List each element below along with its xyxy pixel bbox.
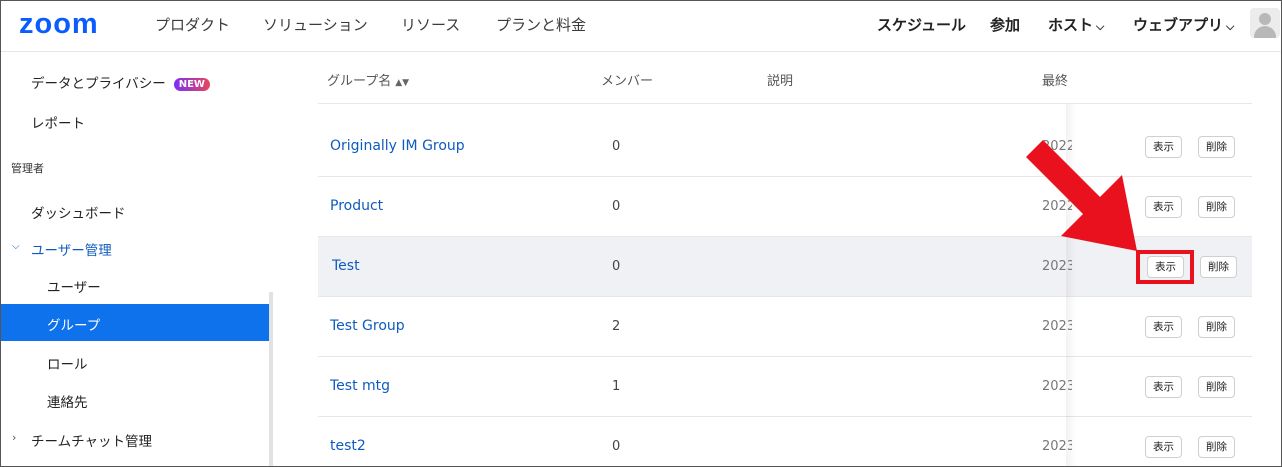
- group-name-link[interactable]: Test Group: [330, 318, 405, 334]
- sort-icon[interactable]: ▲▼: [395, 78, 409, 88]
- sidebar-item-data-privacy[interactable]: データとプライバシー NEW: [0, 72, 270, 92]
- chevron-down-icon: ⌵: [1226, 20, 1235, 33]
- delete-button[interactable]: 削除: [1198, 436, 1235, 458]
- view-button[interactable]: 表示: [1145, 376, 1182, 398]
- table-row: Test Group 2 2023 表示 削除: [318, 297, 1252, 357]
- table-row: Test mtg 1 2023 表示 削除: [318, 357, 1252, 417]
- view-button[interactable]: 表示: [1145, 436, 1182, 458]
- member-count: 1: [612, 379, 621, 394]
- table-row: test2 0 2023 表示 削除: [318, 417, 1252, 467]
- delete-button[interactable]: 削除: [1198, 316, 1235, 338]
- member-count: 2: [612, 319, 621, 334]
- group-name-link[interactable]: Test mtg: [330, 378, 390, 394]
- group-name-link[interactable]: Originally IM Group: [330, 138, 465, 154]
- chevron-down-icon: ⌵: [1096, 20, 1105, 33]
- nav-join[interactable]: 参加: [990, 14, 1020, 35]
- top-navigation: zoom プロダクト ソリューション リソース プランと料金 スケジュール 参加…: [0, 0, 1282, 52]
- sidebar-item-label: 連絡先: [47, 395, 88, 411]
- column-header-last: 最終: [1042, 74, 1069, 89]
- group-name-link[interactable]: test2: [330, 438, 366, 454]
- nav-pricing[interactable]: プランと料金: [496, 14, 586, 35]
- sidebar-item-roles[interactable]: ロール: [0, 353, 270, 373]
- sidebar-item-users[interactable]: ユーザー: [0, 276, 270, 296]
- member-count: 0: [612, 439, 621, 454]
- delete-button[interactable]: 削除: [1198, 376, 1235, 398]
- sidebar-item-label: レポート: [31, 116, 85, 132]
- annotation-arrow: [1026, 140, 1137, 251]
- sidebar-item-user-management[interactable]: ⌵ ユーザー管理: [0, 239, 270, 259]
- chevron-down-icon: ⌵: [12, 241, 20, 252]
- nav-host[interactable]: ホスト ⌵: [1048, 14, 1104, 35]
- nav-product[interactable]: プロダクト: [155, 14, 230, 35]
- chevron-right-icon: ›: [12, 431, 17, 444]
- sidebar-item-groups[interactable]: グループ: [0, 304, 270, 341]
- sidebar-item-label: ロール: [47, 357, 88, 373]
- sidebar-item-label: ユーザー管理: [31, 243, 112, 259]
- nav-solutions[interactable]: ソリューション: [263, 14, 368, 35]
- group-name-link[interactable]: Test: [332, 258, 360, 274]
- view-button[interactable]: 表示: [1145, 316, 1182, 338]
- view-button[interactable]: 表示: [1145, 196, 1182, 218]
- delete-button[interactable]: 削除: [1200, 256, 1237, 278]
- delete-button[interactable]: 削除: [1198, 136, 1235, 158]
- sidebar-item-team-chat[interactable]: › チームチャット管理: [0, 430, 270, 450]
- nav-web-app[interactable]: ウェブアプリ ⌵: [1133, 14, 1234, 35]
- header-label: グループ名: [327, 74, 392, 89]
- sidebar-item-label: データとプライバシー: [31, 76, 166, 92]
- sidebar-item-label: ユーザー: [47, 280, 101, 296]
- view-button[interactable]: 表示: [1145, 136, 1182, 158]
- column-header-group-name[interactable]: グループ名 ▲▼: [327, 70, 409, 89]
- avatar-icon[interactable]: [1250, 8, 1280, 38]
- group-name-link[interactable]: Product: [330, 198, 383, 214]
- sidebar-section-admin: 管理者: [11, 162, 44, 175]
- nav-web-app-label: ウェブアプリ: [1133, 16, 1224, 34]
- annotation-highlight-box: [1136, 250, 1194, 284]
- column-header-description: 説明: [767, 74, 794, 89]
- column-header-members: メンバー: [601, 74, 654, 89]
- member-count: 0: [612, 259, 621, 274]
- sidebar-scrollbar[interactable]: [269, 292, 273, 467]
- zoom-logo[interactable]: zoom: [19, 8, 99, 41]
- sidebar-item-dashboard[interactable]: ダッシュボード: [0, 202, 270, 222]
- new-badge: NEW: [173, 78, 210, 91]
- header-divider: [318, 103, 1252, 104]
- sidebar-item-label: チームチャット管理: [31, 434, 152, 450]
- member-count: 0: [612, 139, 621, 154]
- nav-schedule[interactable]: スケジュール: [877, 14, 966, 35]
- sidebar-item-label: グループ: [47, 318, 101, 334]
- sidebar-item-contacts[interactable]: 連絡先: [0, 391, 270, 411]
- sidebar-item-label: ダッシュボード: [31, 206, 126, 222]
- member-count: 0: [612, 199, 621, 214]
- sidebar-item-reports[interactable]: レポート: [0, 112, 270, 132]
- nav-host-label: ホスト: [1048, 16, 1094, 34]
- sidebar: データとプライバシー NEW レポート 管理者 ダッシュボード ⌵ ユーザー管理 …: [0, 52, 276, 467]
- nav-resources[interactable]: リソース: [401, 14, 460, 35]
- delete-button[interactable]: 削除: [1198, 196, 1235, 218]
